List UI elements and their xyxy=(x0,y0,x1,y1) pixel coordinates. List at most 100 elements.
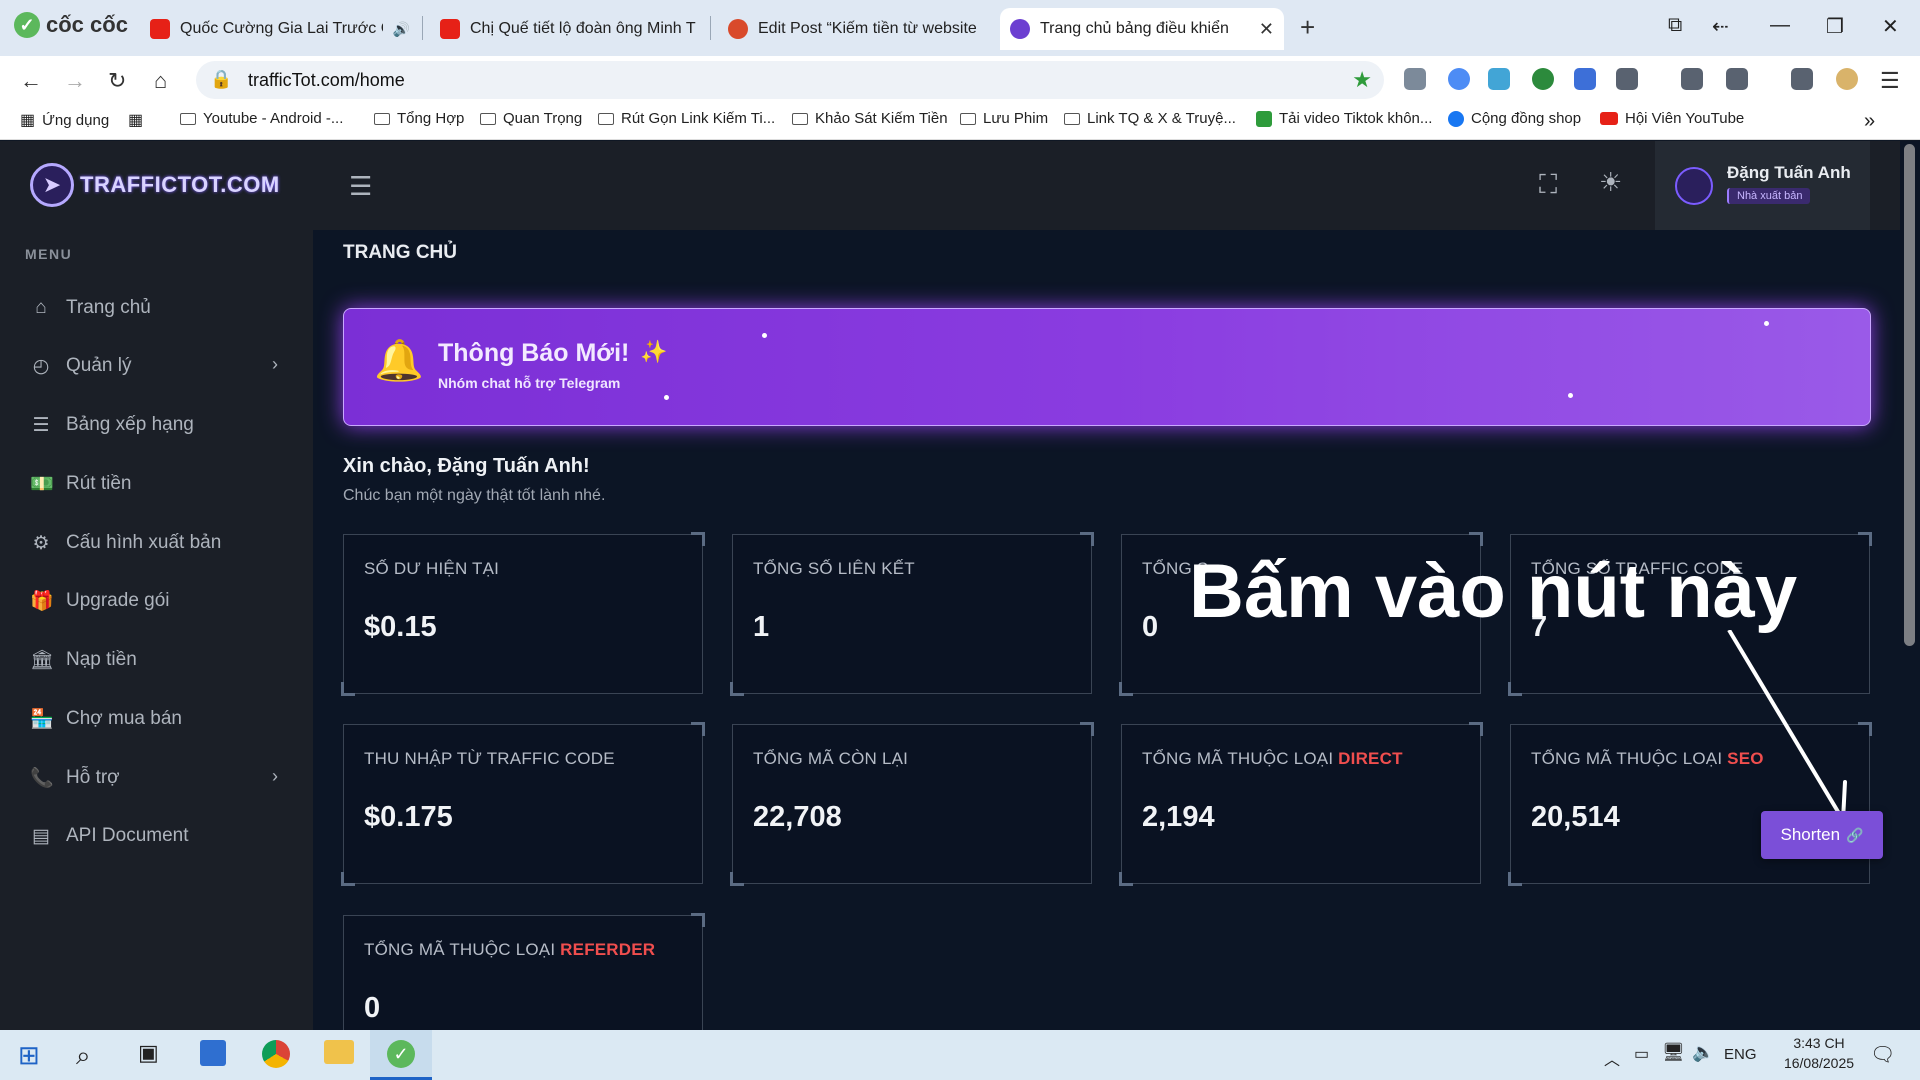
shorten-button[interactable]: Shorten 🔗 xyxy=(1761,811,1883,859)
bookmark-folder[interactable]: Youtube - Android -... xyxy=(180,110,343,127)
sidebar-item-label: Quản lý xyxy=(66,355,132,376)
stat-value: 0 xyxy=(1142,611,1159,643)
file-explorer-icon[interactable] xyxy=(324,1040,354,1064)
bookmark-label: Tải video Tiktok khôn... xyxy=(1279,110,1433,127)
restore-icon[interactable]: ❐ xyxy=(1826,14,1844,39)
bookmark-apps[interactable]: ▦ Ứng dụng xyxy=(20,110,109,130)
bookmark-link[interactable]: Hội Viên YouTube xyxy=(1600,110,1744,127)
sidebar-item-label: Trang chủ xyxy=(66,297,151,318)
site-logo[interactable]: ➤ TRAFFICTOT.COM xyxy=(30,163,280,207)
sidebar-item-home[interactable]: ⌂ Trang chủ xyxy=(30,288,151,328)
browser-menu-icon[interactable]: ☰ xyxy=(1880,68,1900,94)
scrollbar-thumb[interactable] xyxy=(1904,144,1915,646)
store-app-icon[interactable] xyxy=(200,1040,226,1066)
more-bookmarks-icon[interactable]: » xyxy=(1864,110,1875,133)
extension-3-icon[interactable] xyxy=(1488,68,1510,90)
new-tab-icon[interactable]: + xyxy=(1300,12,1315,43)
stat-label: THU NHẬP TỪ TRAFFIC CODE xyxy=(364,749,615,769)
bookmark-link[interactable]: Cộng đồng shop xyxy=(1448,110,1581,127)
language-indicator[interactable]: ENG xyxy=(1724,1046,1757,1063)
sidebar-item-api-doc[interactable]: ▤ API Document xyxy=(30,816,189,856)
profile-avatar-icon[interactable] xyxy=(1836,68,1858,90)
arrow-line xyxy=(1727,630,1845,822)
chrome-app-icon[interactable] xyxy=(262,1040,290,1068)
stat-label-highlight: REFERDER xyxy=(560,940,656,959)
sidebar-item-ranking[interactable]: ☰ Bảng xếp hạng xyxy=(30,405,193,445)
clock[interactable]: 3:43 CH 16/08/2025 xyxy=(1778,1035,1860,1071)
task-view-icon[interactable]: ▣ xyxy=(138,1040,159,1066)
bookmark-folder[interactable]: Lưu Phim xyxy=(960,110,1048,127)
sidebar-item-upgrade[interactable]: 🎁 Upgrade gói xyxy=(30,581,170,621)
traffictot-favicon-icon xyxy=(1010,19,1030,39)
screenshot-icon[interactable]: ⧉ xyxy=(1668,14,1682,37)
stat-value: $0.15 xyxy=(364,611,437,643)
sidebar-item-publish-config[interactable]: ⚙ Cấu hình xuất bản xyxy=(30,523,221,563)
back-icon[interactable]: ← xyxy=(20,68,42,94)
stat-label-text: TỔNG MÃ THUỘC LOẠI xyxy=(1531,749,1728,768)
tray-expand-icon[interactable]: ︿ xyxy=(1604,1046,1620,1070)
bookmark-folder[interactable]: Khảo Sát Kiếm Tiền xyxy=(792,110,948,127)
tab-4-active[interactable]: Trang chủ bảng điều khiển ✕ xyxy=(1000,8,1284,50)
network-icon[interactable]: 🖥 xyxy=(1662,1042,1685,1063)
fullscreen-icon[interactable]: ⛶ xyxy=(1539,169,1557,201)
bookmark-link[interactable]: Tải video Tiktok khôn... xyxy=(1256,110,1432,127)
bookmark-star-icon[interactable]: ★ xyxy=(1352,67,1372,93)
sidebar-item-label: API Document xyxy=(66,825,189,846)
close-window-icon[interactable]: ✕ xyxy=(1882,14,1899,39)
reload-icon[interactable]: ↻ xyxy=(108,68,126,94)
tab-2[interactable]: Chị Quế tiết lộ đoàn ông Minh T xyxy=(430,8,706,50)
sidebar-item-deposit[interactable]: 🏛 Nạp tiền xyxy=(30,640,137,680)
download-icon[interactable] xyxy=(1681,68,1703,90)
battery-icon[interactable]: ▭ xyxy=(1634,1044,1649,1064)
bookmark-folder[interactable]: Link TQ & X & Truyệ... xyxy=(1064,110,1236,127)
clock-time: 3:43 CH xyxy=(1793,1035,1845,1051)
tab-1[interactable]: Quốc Cường Gia Lai Trước Gi 🔊 xyxy=(140,8,420,50)
user-profile[interactable]: Đặng Tuấn Anh Nhà xuất bản xyxy=(1655,141,1870,230)
hamburger-menu-icon[interactable]: ☰ xyxy=(349,171,372,202)
star-dot xyxy=(664,395,669,400)
volume-icon[interactable]: 🔈 xyxy=(1692,1042,1714,1063)
sidebar-item-support[interactable]: 📞 Hỗ trợ xyxy=(30,758,120,798)
back-forward-icon[interactable]: ⇠ xyxy=(1712,14,1729,39)
stat-value: 2,194 xyxy=(1142,801,1215,833)
media-icon[interactable] xyxy=(1791,68,1813,90)
sidebar-toggle-icon[interactable] xyxy=(1726,68,1748,90)
notice-banner[interactable]: 🔔 Thông Báo Mới! ✨ Nhóm chat hỗ trợ Tele… xyxy=(343,308,1871,426)
settings-icon: ⚙ xyxy=(32,532,50,554)
stat-value: 22,708 xyxy=(753,801,842,833)
extension-2-icon[interactable] xyxy=(1448,68,1470,90)
url-field[interactable]: 🔒 trafficTot.com/home ★ xyxy=(196,61,1384,99)
sidebar-item-manage[interactable]: ◴ Quản lý xyxy=(30,346,132,386)
folder-icon xyxy=(374,112,390,125)
theme-toggle-sun-icon[interactable]: ☀ xyxy=(1599,167,1622,198)
phone-icon: 📞 xyxy=(30,768,54,789)
tab-3[interactable]: Edit Post “Kiếm tiền từ website n xyxy=(718,8,990,50)
bookmark-folder[interactable]: Quan Trọng xyxy=(480,110,582,127)
stat-card-links: TỔNG SỐ LIÊN KẾT 1 xyxy=(730,532,1094,696)
puzzle-icon[interactable] xyxy=(1616,68,1638,90)
search-icon[interactable]: ⌕ xyxy=(76,1040,91,1072)
bookmark-grid[interactable]: ▦ xyxy=(128,110,143,130)
bookmark-label: Youtube - Android -... xyxy=(203,110,344,127)
link-icon: 🔗 xyxy=(1846,826,1864,843)
notification-center-icon[interactable]: 🗨 xyxy=(1870,1042,1895,1067)
chevron-right-icon: › xyxy=(272,766,278,786)
extension-4-icon[interactable] xyxy=(1532,68,1554,90)
forward-icon[interactable]: → xyxy=(64,68,86,94)
browser-brand[interactable]: ✓ cốc cốc xyxy=(14,12,128,38)
bookmark-folder[interactable]: Tổng Hợp xyxy=(374,110,464,127)
coccoc-taskbar-item[interactable]: ✓ xyxy=(370,1030,432,1080)
extension-1-icon[interactable] xyxy=(1404,68,1426,90)
user-role-badge: Nhà xuất bản xyxy=(1727,188,1811,204)
sidebar-item-withdraw[interactable]: 💵 Rút tiền xyxy=(30,464,131,504)
windows-start-icon[interactable]: ⊞ xyxy=(18,1040,40,1071)
site-header: ☰ ⛶ ☀ Đặng Tuấn Anh Nhà xuất bản xyxy=(313,141,1900,230)
stat-card-traffic-income: THU NHẬP TỪ TRAFFIC CODE $0.175 xyxy=(341,722,705,886)
stat-label: TỔNG MÃ THUỘC LOẠI DIRECT xyxy=(1142,749,1403,769)
bookmark-folder[interactable]: Rút Gọn Link Kiếm Ti... xyxy=(598,110,775,127)
close-tab-icon[interactable]: ✕ xyxy=(1259,19,1274,40)
sidebar-item-market[interactable]: 🏪 Chợ mua bán xyxy=(30,699,182,739)
minimize-icon[interactable]: — xyxy=(1770,14,1790,37)
translate-icon[interactable] xyxy=(1574,68,1596,90)
home-icon[interactable]: ⌂ xyxy=(154,68,167,94)
